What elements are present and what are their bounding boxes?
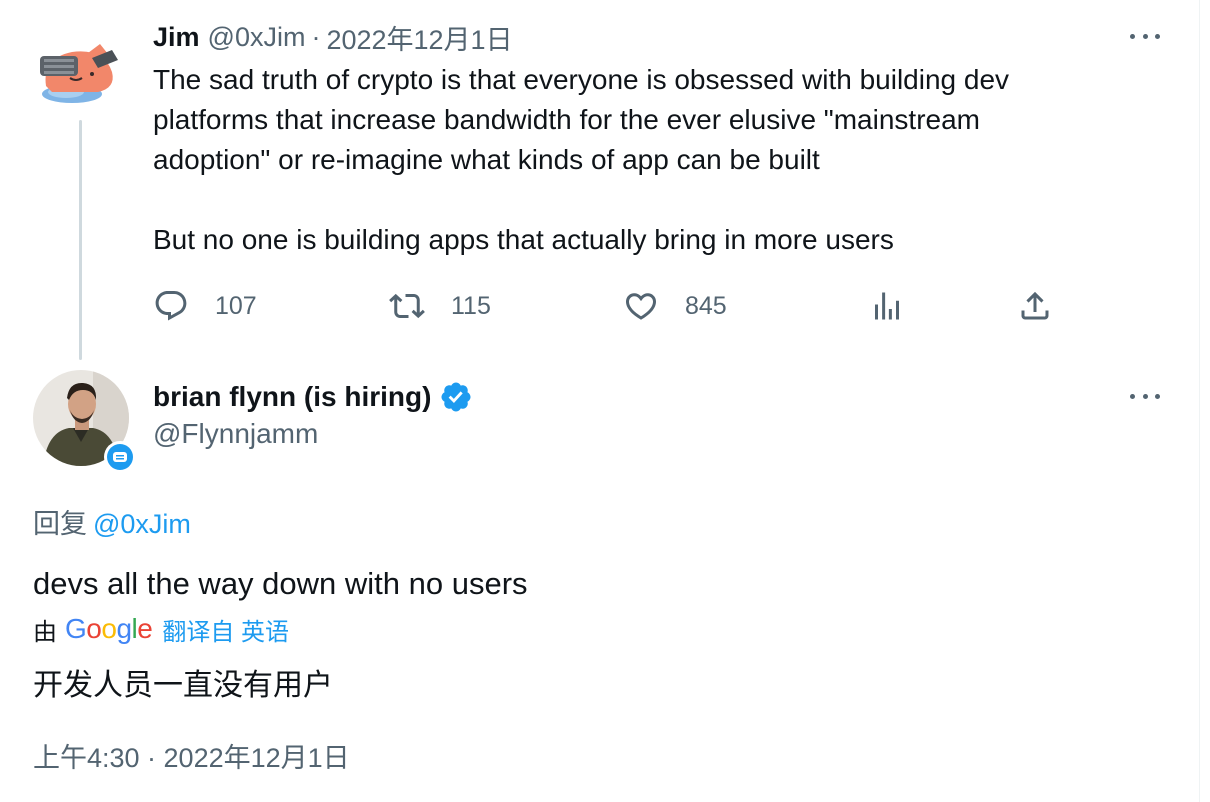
retweet-icon	[389, 293, 425, 319]
tweet1-author-handle[interactable]: @0xJim	[208, 22, 306, 53]
tweet1-header: Jim @0xJim · 2022年12月1日	[153, 18, 513, 57]
tweet1-text: The sad truth of crypto is that everyone…	[153, 64, 1010, 255]
replying-to: 回复 @0xJim	[33, 502, 191, 541]
reply-prefix: 回复	[33, 509, 87, 539]
tweet1-action-bar: 107 115 845	[153, 284, 1053, 328]
tweet2-author-handle[interactable]: @Flynnjamm	[153, 418, 318, 450]
reply-mention-link[interactable]: @0xJim	[93, 509, 191, 539]
column-border	[1199, 0, 1200, 802]
like-button[interactable]: 845	[623, 284, 727, 328]
tweet2-timestamp[interactable]: 上午4:30 · 2022年12月1日	[33, 736, 350, 775]
separator-dot: ·	[311, 21, 321, 52]
tweet2-author-name[interactable]: brian flynn (is hiring)	[153, 381, 431, 413]
thread-connector-line	[79, 120, 82, 360]
like-icon	[625, 293, 657, 320]
tweet1-date[interactable]: 2022年12月1日	[326, 18, 512, 57]
tweet1-author-name[interactable]: Jim	[153, 22, 200, 53]
retweet-button[interactable]: 115	[389, 284, 491, 328]
reply-button[interactable]: 107	[153, 284, 257, 328]
translate-source-link[interactable]: 翻译自 英语	[162, 612, 289, 647]
tweet1-more-icon[interactable]	[1130, 26, 1160, 46]
like-count: 845	[685, 291, 727, 320]
google-logo: Google	[65, 613, 153, 644]
tweet2-more-icon[interactable]	[1130, 386, 1160, 406]
views-icon	[875, 292, 899, 320]
retweet-count: 115	[451, 291, 491, 320]
translation-attribution: 由 Google 翻译自 英语	[33, 610, 289, 648]
tweet2-author-name-row: brian flynn (is hiring)	[153, 378, 473, 416]
reply-icon	[155, 291, 187, 321]
reply-count: 107	[215, 291, 257, 320]
translate-by-label: 由	[33, 618, 57, 646]
share-button[interactable]	[1017, 284, 1053, 328]
verified-badge-icon[interactable]	[439, 380, 473, 414]
share-icon	[1021, 291, 1049, 320]
affiliate-badge-icon	[104, 441, 136, 473]
jim-avatar[interactable]	[32, 28, 128, 108]
translated-text: 开发人员一直没有用户	[33, 669, 333, 702]
views-button[interactable]	[869, 284, 905, 328]
tweet2-text: devs all the way down with no users	[33, 566, 528, 601]
